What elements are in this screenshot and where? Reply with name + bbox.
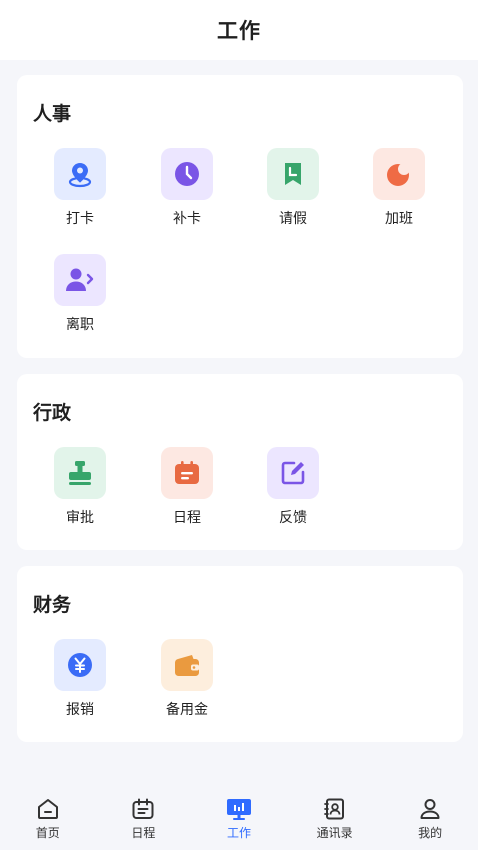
tab-label: 我的 — [418, 826, 443, 840]
home-icon — [35, 796, 61, 822]
bookmark-icon — [267, 148, 319, 200]
grid-item-resignation[interactable]: 离职 — [30, 254, 130, 344]
edit-icon — [267, 447, 319, 499]
grid-item-overtime[interactable]: 加班 — [349, 148, 449, 238]
calendar-icon — [161, 447, 213, 499]
moon-icon — [373, 148, 425, 200]
wallet-icon — [161, 639, 213, 691]
grid-item-label: 补卡 — [173, 211, 201, 227]
grid-item-label: 加班 — [385, 211, 413, 227]
tab-contacts[interactable]: 通讯录 — [287, 784, 383, 850]
page-title: 工作 — [217, 19, 261, 43]
grid-item-petty-cash[interactable]: 备用金 — [137, 639, 237, 729]
tab-me[interactable]: 我的 — [382, 784, 478, 850]
grid-item-clock-in[interactable]: 打卡 — [30, 148, 130, 238]
tab-home[interactable]: 首页 — [0, 784, 96, 850]
section-admin: 行政 审批 日程 反馈 — [17, 374, 463, 550]
section-finance: 财务 报销 备用金 — [17, 566, 463, 742]
tab-work[interactable]: 工作 — [191, 784, 287, 850]
tab-schedule[interactable]: 日程 — [96, 784, 192, 850]
grid-item-label: 报销 — [66, 702, 94, 718]
grid-item-leave[interactable]: 请假 — [243, 148, 343, 238]
section-title: 行政 — [33, 402, 72, 424]
grid-item-label: 打卡 — [66, 211, 94, 227]
grid-item-resubmit-clock[interactable]: 补卡 — [137, 148, 237, 238]
grid-item-approval[interactable]: 审批 — [30, 447, 130, 537]
grid-item-label: 离职 — [66, 317, 94, 333]
clock-icon — [161, 148, 213, 200]
tab-label: 工作 — [226, 826, 251, 840]
grid-item-label: 反馈 — [279, 510, 307, 526]
grid-item-label: 日程 — [173, 510, 201, 526]
section-title: 人事 — [33, 103, 72, 125]
user-icon — [417, 796, 443, 822]
user-leave-icon — [54, 254, 106, 306]
grid-item-feedback[interactable]: 反馈 — [243, 447, 343, 537]
section-hr: 人事 打卡 补卡 请假 加班 离职 — [17, 75, 463, 358]
tab-label: 通讯录 — [316, 826, 353, 840]
work-chart-icon — [226, 796, 252, 822]
contacts-icon — [322, 796, 348, 822]
yuan-icon — [54, 639, 106, 691]
grid-item-label: 请假 — [279, 211, 307, 227]
grid-item-schedule[interactable]: 日程 — [137, 447, 237, 537]
grid-item-label: 备用金 — [166, 702, 208, 718]
app-header: 工作 — [0, 0, 478, 60]
stamp-icon — [54, 447, 106, 499]
tab-label: 首页 — [35, 826, 60, 840]
tab-label: 日程 — [131, 826, 156, 840]
bottom-tab-bar: 首页 日程 工作 通讯录 我的 — [0, 784, 478, 850]
section-title: 财务 — [33, 594, 72, 616]
calendar-icon — [130, 796, 156, 822]
location-pin-icon — [54, 148, 106, 200]
grid-item-reimbursement[interactable]: 报销 — [30, 639, 130, 729]
grid-item-label: 审批 — [66, 510, 94, 526]
